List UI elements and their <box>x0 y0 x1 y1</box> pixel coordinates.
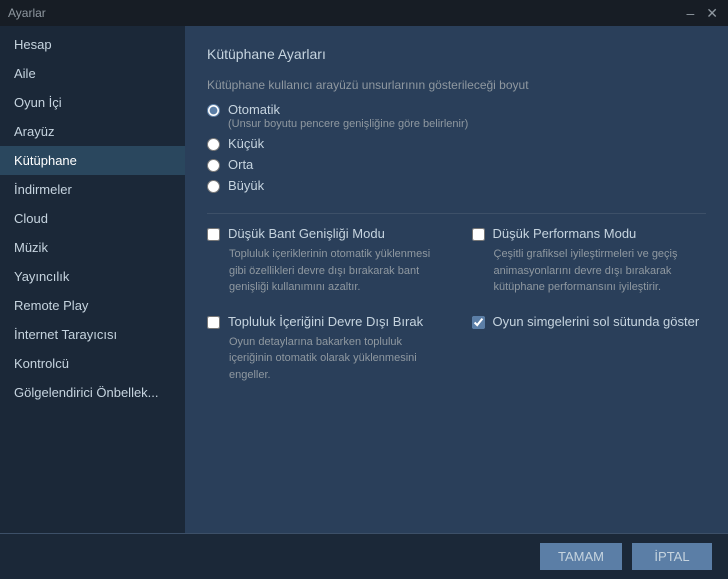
title-bar: Ayarlar – ✕ <box>0 0 728 26</box>
sidebar-item-remote-play[interactable]: Remote Play <box>0 291 185 320</box>
checkbox-item-topluluk-devre-disi: Topluluk İçeriğini Devre Dışı Bırak Oyun … <box>207 314 442 384</box>
sidebar-item-cloud[interactable]: Cloud <box>0 204 185 233</box>
divider <box>207 213 706 214</box>
checkbox-label-oyun-simgeleri: Oyun simgelerini sol sütunda göster <box>493 314 700 329</box>
sidebar-item-golgelendirici[interactable]: Gölgelendirici Önbellek... <box>0 378 185 407</box>
title-bar-title: Ayarlar <box>8 6 46 20</box>
sidebar-item-hesap[interactable]: Hesap <box>0 30 185 59</box>
radio-label-orta: Orta <box>228 157 253 172</box>
checkbox-grid: Düşük Bant Genişliği Modu Topluluk içerik… <box>207 226 706 383</box>
radio-label-otomatik: Otomatik <box>228 102 468 117</box>
section-title: Kütüphane Ayarları <box>207 46 706 62</box>
checkbox-header-dusuk-bant: Düşük Bant Genişliği Modu <box>207 226 442 241</box>
radio-item-buyuk: Büyük <box>207 178 706 193</box>
content-area: Kütüphane Ayarları Kütüphane kullanıcı a… <box>185 26 728 533</box>
checkbox-header-topluluk-devre-disi: Topluluk İçeriğini Devre Dışı Bırak <box>207 314 442 329</box>
sidebar-item-arayuz[interactable]: Arayüz <box>0 117 185 146</box>
minimize-button[interactable]: – <box>684 6 696 20</box>
sidebar-item-indirmeler[interactable]: İndirmeler <box>0 175 185 204</box>
radio-item-orta: Orta <box>207 157 706 172</box>
radio-item-otomatik: Otomatik(Unsur boyutu pencere genişliğin… <box>207 102 706 130</box>
title-bar-controls: – ✕ <box>684 6 720 20</box>
checkbox-item-oyun-simgeleri: Oyun simgelerini sol sütunda göster <box>472 314 707 384</box>
radio-label-buyuk: Büyük <box>228 178 264 193</box>
checkbox-dusuk-bant[interactable] <box>207 228 220 241</box>
sidebar-item-kutuphane[interactable]: Kütüphane <box>0 146 185 175</box>
sidebar-item-aile[interactable]: Aile <box>0 59 185 88</box>
checkbox-topluluk-devre-disi[interactable] <box>207 316 220 329</box>
checkbox-header-dusuk-performans: Düşük Performans Modu <box>472 226 707 241</box>
checkbox-oyun-simgeleri[interactable] <box>472 316 485 329</box>
checkbox-item-dusuk-bant: Düşük Bant Genişliği Modu Topluluk içerik… <box>207 226 442 296</box>
sidebar-item-yayincilik[interactable]: Yayıncılık <box>0 262 185 291</box>
checkbox-desc-dusuk-performans: Çeşitli grafiksel iyileştirmeleri ve geç… <box>472 246 707 296</box>
sidebar-item-internet-tarayicisi[interactable]: İnternet Tarayıcısı <box>0 320 185 349</box>
checkbox-header-oyun-simgeleri: Oyun simgelerini sol sütunda göster <box>472 314 707 329</box>
ok-button[interactable]: TAMAM <box>540 543 622 570</box>
sidebar-item-kontrolcu[interactable]: Kontrolcü <box>0 349 185 378</box>
sidebar: HesapAileOyun İçiArayüzKütüphaneİndirmel… <box>0 26 185 533</box>
size-radio-group: Otomatik(Unsur boyutu pencere genişliğin… <box>207 102 706 193</box>
radio-buyuk[interactable] <box>207 180 220 193</box>
checkbox-label-dusuk-bant: Düşük Bant Genişliği Modu <box>228 226 385 241</box>
checkbox-dusuk-performans[interactable] <box>472 228 485 241</box>
checkbox-label-dusuk-performans: Düşük Performans Modu <box>493 226 637 241</box>
radio-otomatik[interactable] <box>207 104 220 117</box>
radio-orta[interactable] <box>207 159 220 172</box>
checkbox-desc-topluluk-devre-disi: Oyun detaylarına bakarken topluluk içeri… <box>207 334 442 384</box>
footer: TAMAM İPTAL <box>0 533 728 579</box>
close-button[interactable]: ✕ <box>704 6 720 20</box>
main-area: HesapAileOyun İçiArayüzKütüphaneİndirmel… <box>0 26 728 533</box>
ui-size-label: Kütüphane kullanıcı arayüzü unsurlarının… <box>207 78 706 92</box>
checkbox-label-topluluk-devre-disi: Topluluk İçeriğini Devre Dışı Bırak <box>228 314 423 329</box>
cancel-button[interactable]: İPTAL <box>632 543 712 570</box>
radio-label-kucuk: Küçük <box>228 136 264 151</box>
radio-kucuk[interactable] <box>207 138 220 151</box>
sidebar-item-oyun-ici[interactable]: Oyun İçi <box>0 88 185 117</box>
checkbox-item-dusuk-performans: Düşük Performans Modu Çeşitli grafiksel i… <box>472 226 707 296</box>
checkbox-desc-dusuk-bant: Topluluk içeriklerinin otomatik yüklenme… <box>207 246 442 296</box>
radio-sublabel-otomatik: (Unsur boyutu pencere genişliğine göre b… <box>228 118 468 130</box>
sidebar-item-muzik[interactable]: Müzik <box>0 233 185 262</box>
radio-item-kucuk: Küçük <box>207 136 706 151</box>
